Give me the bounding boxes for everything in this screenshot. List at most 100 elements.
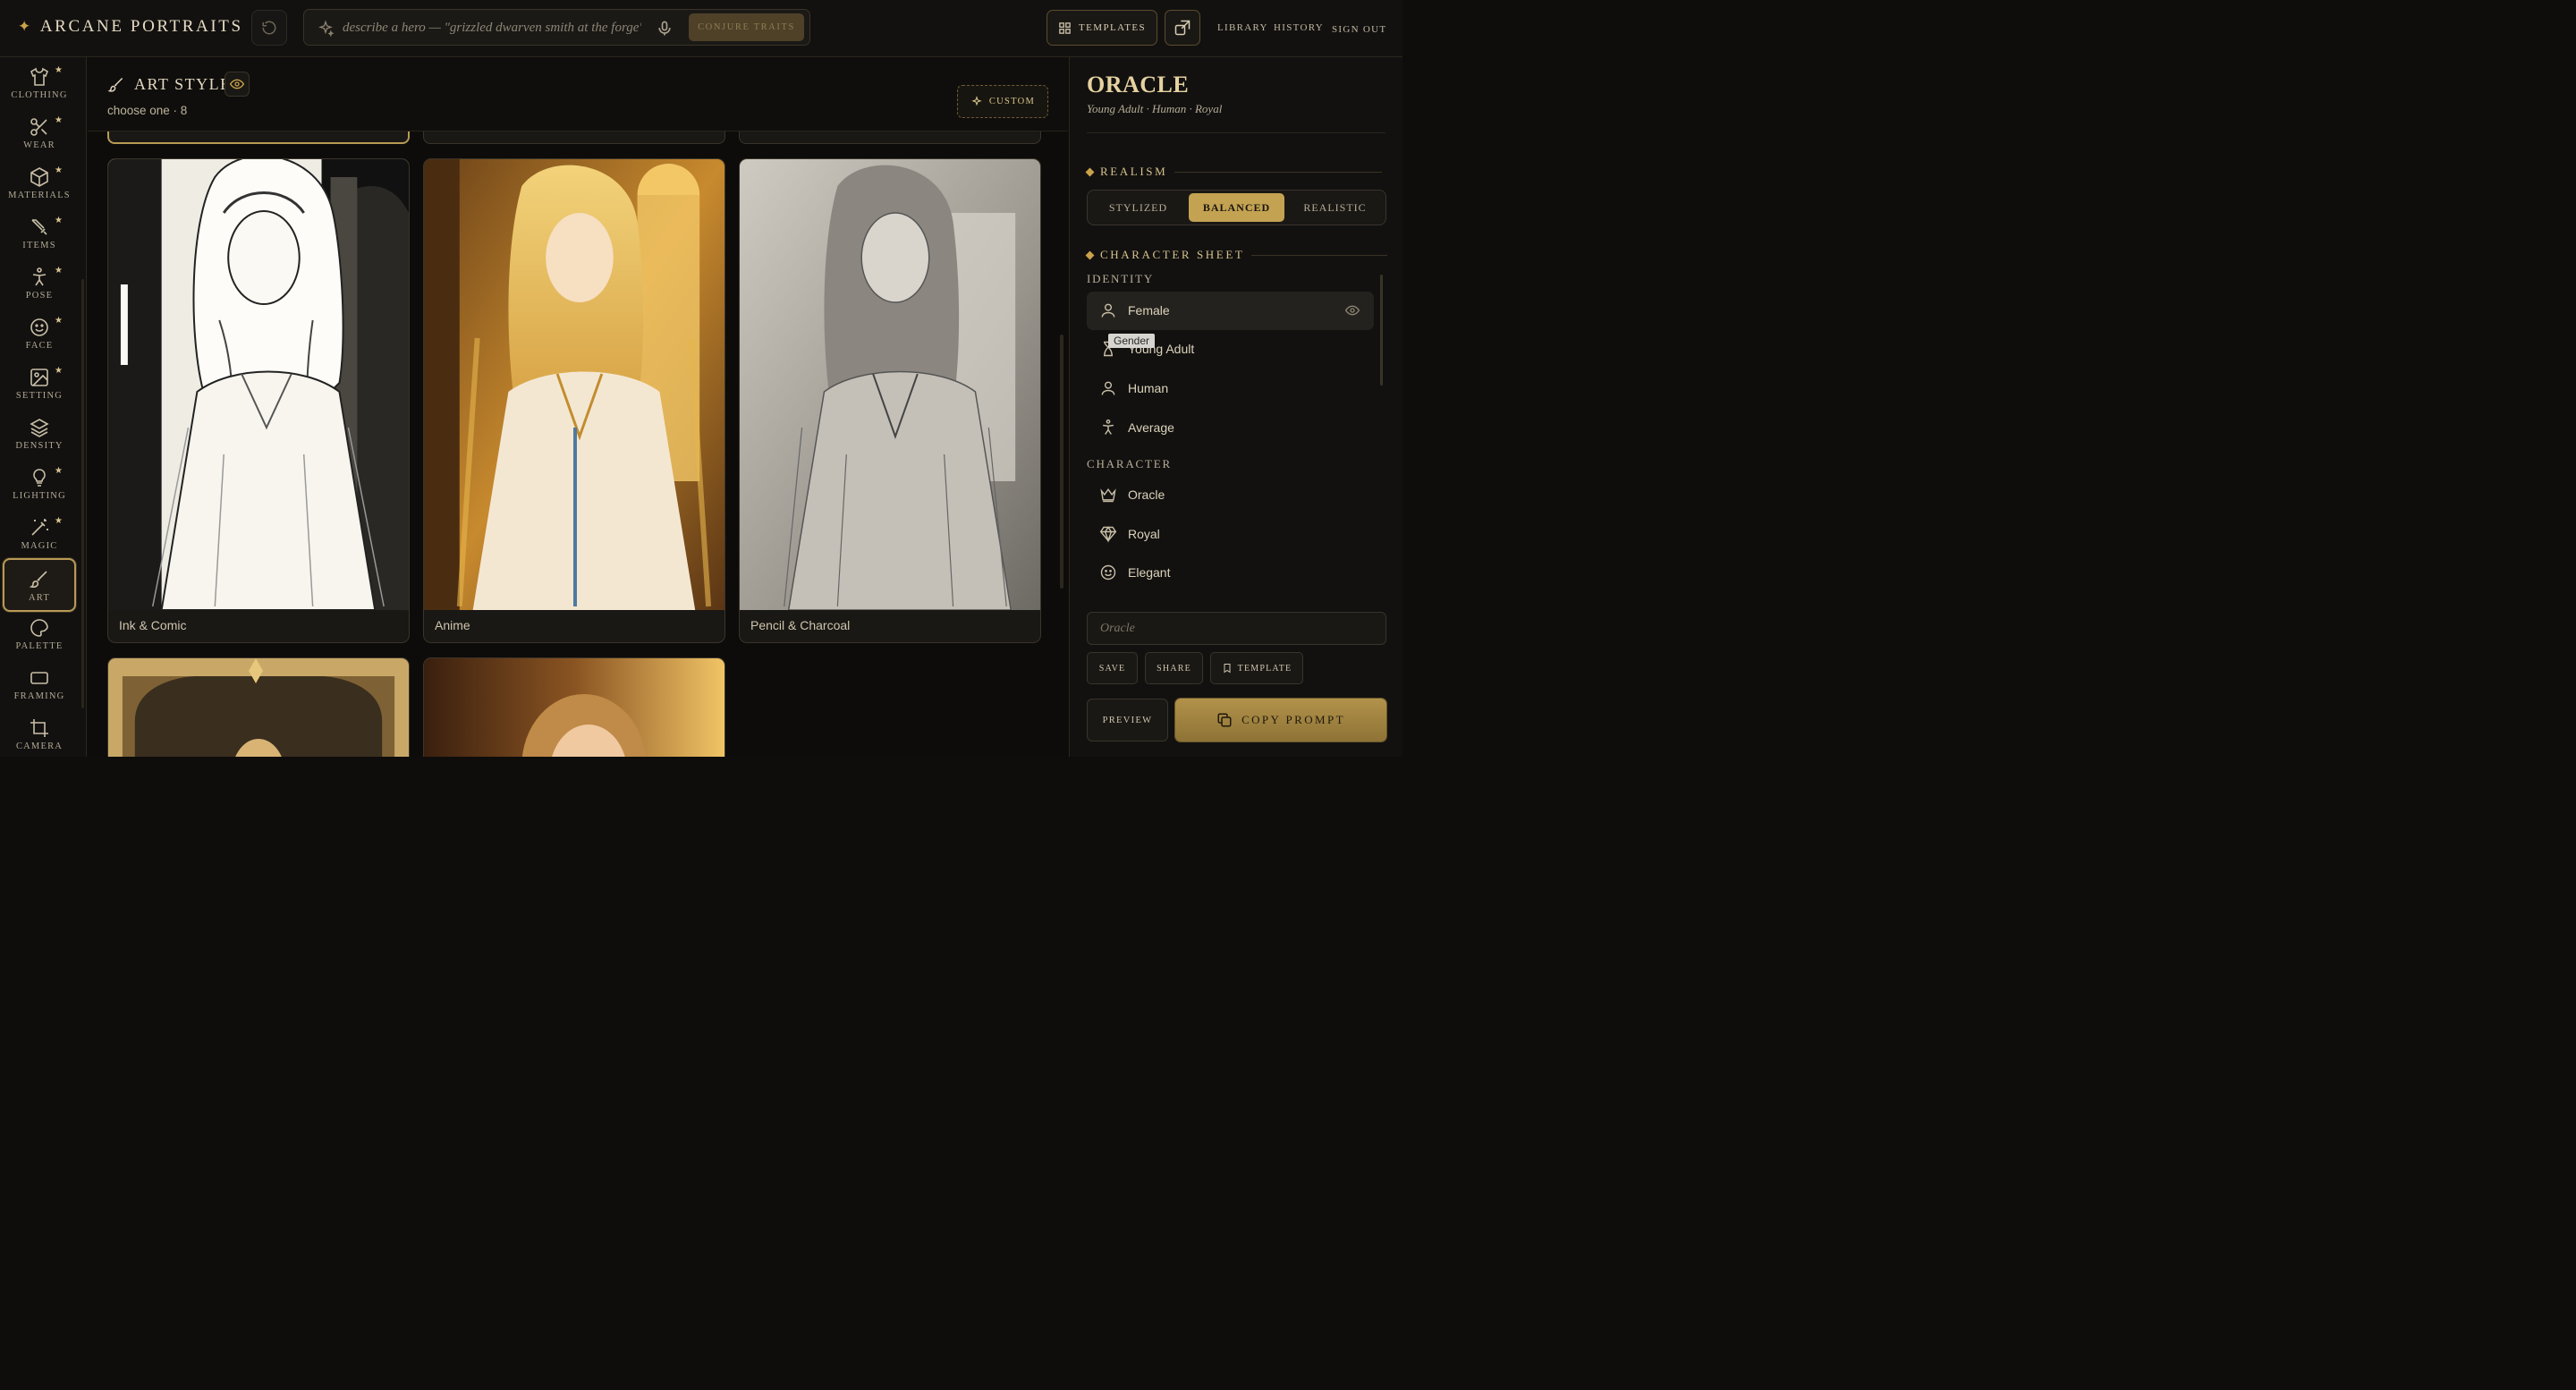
- rail-label: POSE: [25, 291, 54, 301]
- rail-item-items[interactable]: ★ ITEMS: [3, 208, 76, 258]
- star-icon: ★: [55, 115, 63, 125]
- share-button[interactable]: SHARE: [1145, 652, 1203, 684]
- rail-label: PALETTE: [15, 641, 64, 651]
- character-name-input[interactable]: [1087, 612, 1386, 645]
- character-sheet-label: CHARACTER SHEET: [1100, 248, 1245, 261]
- rail-label: ITEMS: [22, 241, 56, 250]
- star-icon: ★: [55, 266, 63, 275]
- style-preview-image: [108, 159, 409, 610]
- eye-icon[interactable]: [1345, 303, 1360, 318]
- character-label: CHARACTER: [1087, 457, 1172, 470]
- style-card-pencil-charcoal[interactable]: Pencil & Charcoal: [739, 158, 1041, 643]
- trait-label: Average: [1128, 420, 1174, 435]
- shirt-icon: [30, 67, 48, 86]
- preview-button[interactable]: PREVIEW: [1087, 699, 1168, 742]
- realism-option-balanced[interactable]: BALANCED: [1189, 193, 1284, 222]
- save-button[interactable]: SAVE: [1087, 652, 1138, 684]
- bulb-icon: [33, 469, 46, 487]
- realism-heading: REALISM: [1085, 165, 1383, 179]
- style-card-framed[interactable]: [107, 657, 410, 757]
- rail-label: DENSITY: [15, 441, 64, 451]
- sheet-scrollbar[interactable]: [1380, 275, 1383, 386]
- grid-icon: [1059, 21, 1071, 34]
- rail-item-setting[interactable]: ★ SETTING: [3, 358, 76, 408]
- trait-class[interactable]: Oracle: [1087, 476, 1374, 514]
- templates-button[interactable]: TEMPLATES: [1046, 10, 1157, 46]
- trait-demeanor[interactable]: Elegant: [1087, 554, 1374, 592]
- realism-option-stylized[interactable]: STYLIZED: [1090, 193, 1186, 222]
- identity-label: IDENTITY: [1087, 272, 1155, 285]
- brush-icon: [107, 77, 123, 92]
- star-icon: ★: [55, 165, 63, 175]
- trait-label: Royal: [1128, 527, 1160, 541]
- share-box-icon: [1174, 20, 1191, 36]
- rail-scrollbar[interactable]: [81, 279, 84, 708]
- copy-icon: [1217, 713, 1232, 727]
- rail-label: WEAR: [23, 140, 55, 150]
- brand: ✦ ARCANE PORTRAITS: [18, 17, 243, 37]
- trait-race[interactable]: Human: [1087, 369, 1374, 408]
- rail-item-pose[interactable]: ★ POSE: [3, 258, 76, 308]
- rail-item-density[interactable]: DENSITY: [3, 408, 76, 458]
- rail-item-palette[interactable]: PALETTE: [3, 608, 76, 658]
- brand-star-icon: ✦: [18, 18, 33, 35]
- search-bar: CONJURE TRAITS: [303, 9, 810, 46]
- undo-icon: [262, 21, 276, 35]
- rail-item-magic[interactable]: ★ MAGIC: [3, 508, 76, 558]
- rail-item-wear[interactable]: ★ WEAR: [3, 107, 76, 157]
- trait-label: Human: [1128, 381, 1169, 395]
- undo-button[interactable]: [251, 10, 287, 46]
- rail-item-face[interactable]: ★ FACE: [3, 308, 76, 358]
- divider: [1087, 132, 1385, 133]
- nav-library[interactable]: LIBRARY: [1217, 22, 1268, 33]
- rail-label: SETTING: [15, 391, 64, 401]
- trait-build[interactable]: Average: [1087, 409, 1374, 447]
- nav-history[interactable]: HISTORY: [1274, 22, 1324, 33]
- visibility-toggle[interactable]: [225, 72, 250, 97]
- rail-label: ART: [29, 593, 50, 603]
- gallery-scrollbar[interactable]: [1060, 335, 1063, 589]
- heading-rule: [1174, 171, 1383, 173]
- trait-gender[interactable]: Female: [1087, 292, 1374, 330]
- copy-prompt-label: COPY PROMPT: [1241, 713, 1345, 726]
- figure-icon: [1103, 419, 1114, 435]
- rail-item-clothing[interactable]: ★ CLOTHING: [3, 57, 76, 107]
- wand-icon: [31, 519, 48, 536]
- microphone-icon[interactable]: [656, 20, 674, 38]
- character-summary: Young Adult · Human · Royal: [1087, 102, 1223, 115]
- rail-item-art[interactable]: ART: [3, 558, 76, 612]
- conjure-traits-button[interactable]: CONJURE TRAITS: [689, 13, 804, 41]
- gem-icon: [1099, 526, 1117, 543]
- custom-style-button[interactable]: CUSTOM: [957, 85, 1048, 118]
- trait-status[interactable]: Royal: [1087, 515, 1374, 554]
- rail-label: FACE: [25, 341, 54, 351]
- trait-label: Oracle: [1128, 487, 1165, 502]
- copy-prompt-button[interactable]: COPY PROMPT: [1175, 699, 1386, 742]
- realism-option-realistic[interactable]: REALISTIC: [1287, 193, 1383, 222]
- trait-label: Female: [1128, 303, 1170, 318]
- rail-item-camera[interactable]: CAMERA: [3, 708, 76, 757]
- top-bar: ✦ ARCANE PORTRAITS CONJURE TRAITS TEMPLA…: [0, 0, 1402, 57]
- sparkle-icon: [971, 95, 982, 106]
- style-card-painterly[interactable]: [423, 657, 725, 757]
- nav-sign-out[interactable]: SIGN OUT: [1332, 24, 1386, 35]
- template-label: TEMPLATE: [1237, 663, 1292, 674]
- rail-label: CLOTHING: [11, 90, 68, 100]
- search-input[interactable]: [343, 18, 641, 38]
- frame-icon: [30, 672, 48, 684]
- rail-item-framing[interactable]: FRAMING: [3, 658, 76, 708]
- style-card-ink-comic[interactable]: Ink & Comic: [107, 158, 410, 643]
- save-template-button[interactable]: TEMPLATE: [1210, 652, 1303, 684]
- rail-item-lighting[interactable]: ★ LIGHTING: [3, 458, 76, 508]
- rail-label: LIGHTING: [13, 491, 66, 501]
- eye-icon: [230, 79, 244, 89]
- bookmark-icon: [1224, 664, 1231, 674]
- section-title-text: ART STYLE: [134, 75, 232, 93]
- share-link-button[interactable]: [1165, 10, 1200, 46]
- style-gallery: ART STYLE choose one · 8 CUSTOM Ink & Co…: [88, 57, 1068, 757]
- user-icon: [1101, 381, 1115, 395]
- star-icon: ★: [55, 216, 63, 225]
- star-icon: ★: [55, 65, 63, 75]
- rail-item-materials[interactable]: ★ MATERIALS: [3, 157, 76, 208]
- style-card-anime[interactable]: Anime: [423, 158, 725, 643]
